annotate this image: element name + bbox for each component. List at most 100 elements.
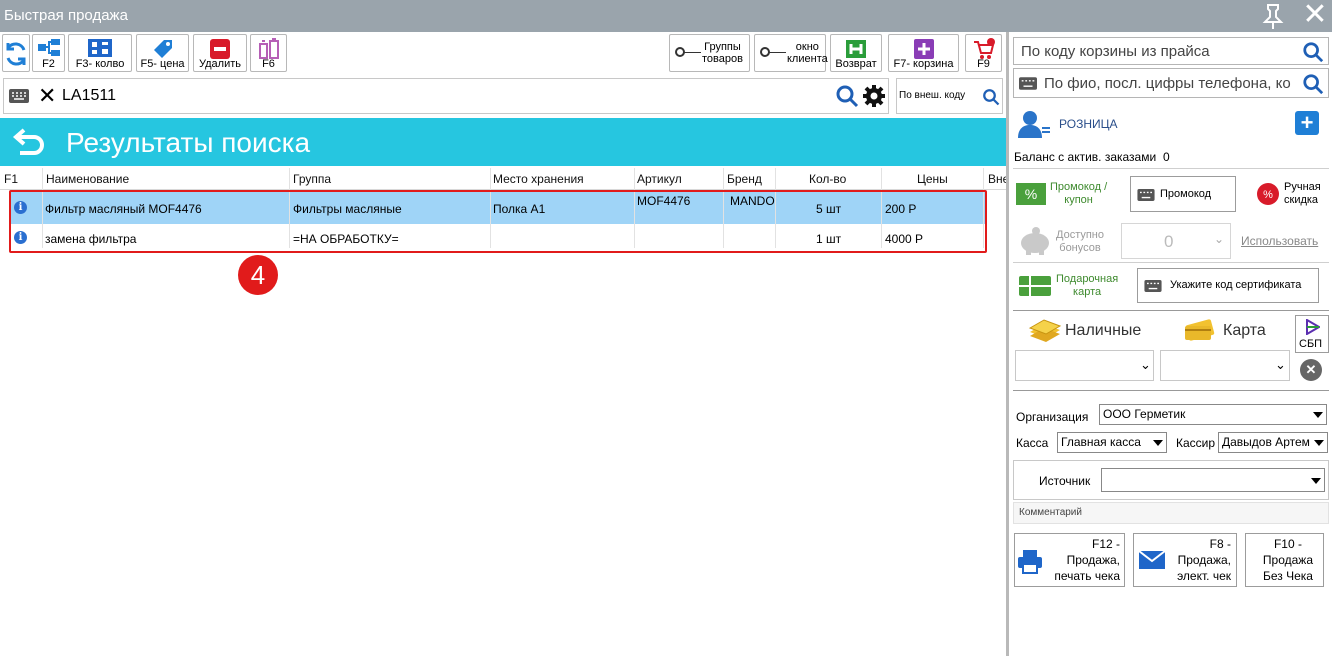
column-header-storage[interactable]: Место хранения: [493, 172, 584, 186]
column-header-article[interactable]: Артикул: [637, 172, 682, 186]
clear-icon[interactable]: ✕: [38, 83, 56, 109]
customer-name[interactable]: РОЗНИЦА: [1059, 117, 1118, 131]
section-divider: [1013, 390, 1329, 391]
f8-electronic-sale-button[interactable]: F8 - Продажа, элект. чек: [1133, 533, 1237, 587]
f12-print-sale-button[interactable]: F12 - Продажа, печать чека: [1014, 533, 1125, 587]
balance-label: Баланс с актив. заказами: [1014, 150, 1157, 164]
cash-label[interactable]: Наличные: [1065, 322, 1141, 340]
column-header-prices[interactable]: Цены: [917, 172, 948, 186]
promocode-button[interactable]: Промокод: [1130, 176, 1236, 212]
step-marker: 4: [238, 255, 278, 295]
f12-label: F12 - Продажа, печать чека: [1054, 537, 1120, 583]
panel-divider[interactable]: [1006, 32, 1009, 656]
source-label: Источник: [1039, 474, 1091, 488]
f8-label: F8 - Продажа, элект. чек: [1177, 537, 1231, 583]
keyboard-icon[interactable]: [1019, 77, 1037, 90]
column-header-group[interactable]: Группа: [293, 172, 331, 186]
keyboard-icon: [1144, 280, 1162, 292]
manual-discount-label[interactable]: Ручная скидка: [1284, 181, 1321, 207]
products-icon: [258, 38, 279, 59]
card-amount-select[interactable]: ⌄: [1160, 350, 1290, 381]
toggle-knob: [760, 47, 770, 57]
search-icon[interactable]: [835, 84, 859, 108]
organization-select[interactable]: ООО Герметик: [1099, 404, 1327, 425]
return-button[interactable]: Возврат: [830, 34, 882, 72]
search-icon[interactable]: [982, 88, 1000, 106]
cart-icon: [973, 38, 995, 59]
results-title: Результаты поиска: [66, 127, 311, 158]
refresh-button[interactable]: [2, 34, 30, 72]
cash-amount-select[interactable]: ⌄: [1015, 350, 1154, 381]
search-bar: ✕ LA1511: [3, 78, 889, 114]
client-search[interactable]: По фио, посл. цифры телефона, ко: [1013, 68, 1329, 98]
comment-label: Комментарий: [1019, 507, 1082, 518]
client-window-label: окно клиента: [787, 41, 828, 65]
dropdown-arrow-icon: [1314, 440, 1324, 446]
customer-icon: [1018, 111, 1050, 138]
f7-label: F7- корзина: [893, 58, 954, 70]
f7-basket-button[interactable]: F7- корзина: [888, 34, 959, 72]
chevron-down-icon: ⌄: [1275, 357, 1286, 372]
kassa-select[interactable]: Главная касса: [1057, 432, 1167, 453]
bonus-select[interactable]: 0 ⌄: [1121, 223, 1231, 259]
promocode-label: Промокод: [1160, 188, 1212, 200]
column-header-name[interactable]: Наименование: [46, 172, 129, 186]
sbp-icon: [1306, 319, 1320, 335]
dropdown-arrow-icon: [1311, 478, 1321, 484]
add-basket-icon: [913, 39, 934, 59]
source-select[interactable]: [1101, 468, 1325, 492]
promo-icon: %: [1016, 183, 1046, 205]
column-header-quantity[interactable]: Кол-во: [809, 172, 846, 186]
certificate-code-button[interactable]: Укажите код сертификата: [1137, 268, 1319, 303]
f10-no-receipt-sale-button[interactable]: F10 - Продажа Без Чека: [1245, 533, 1324, 587]
add-customer-icon[interactable]: +: [1295, 111, 1319, 135]
gift-card-label: Подарочная карта: [1056, 273, 1119, 298]
f2-button[interactable]: F2: [32, 34, 65, 72]
f5-price-button[interactable]: F5- цена: [136, 34, 189, 72]
sbp-label: СБП: [1299, 338, 1323, 350]
cashier-select[interactable]: Давыдов Артем: [1218, 432, 1328, 453]
f3-quantity-button[interactable]: F3- колво: [68, 34, 132, 72]
comment-field[interactable]: Комментарий: [1013, 502, 1329, 524]
basket-code-search[interactable]: По коду корзины из прайса: [1013, 37, 1329, 65]
external-code-search[interactable]: По внеш. коду: [896, 78, 1003, 114]
envelope-icon: [1138, 550, 1166, 569]
sbp-button[interactable]: СБП: [1295, 315, 1329, 353]
source-section: Источник: [1013, 460, 1329, 500]
clear-payment-icon[interactable]: ✕: [1300, 359, 1322, 381]
kassa-value: Главная касса: [1061, 435, 1141, 449]
promo-label: Промокод / купон: [1050, 181, 1108, 206]
search-icon[interactable]: [1302, 41, 1324, 63]
piggy-bank-icon: [1021, 227, 1049, 255]
client-window-toggle[interactable]: окно клиента: [754, 34, 828, 72]
f5-label: F5- цена: [140, 58, 185, 70]
product-groups-toggle[interactable]: Группы товаров: [669, 34, 750, 72]
basket-code-placeholder: По коду корзины из прайса: [1021, 43, 1210, 60]
organization-value: ООО Герметик: [1103, 407, 1186, 421]
price-tag-icon: [153, 40, 172, 58]
keyboard-icon: [1137, 189, 1155, 201]
use-bonus-link[interactable]: Использовать: [1241, 234, 1318, 248]
svg-text:%: %: [1263, 189, 1273, 201]
highlight-box: [9, 190, 987, 253]
column-header-brand[interactable]: Бренд: [727, 172, 762, 186]
chevron-down-icon: ⌄: [1140, 357, 1151, 372]
keyboard-icon[interactable]: [9, 89, 29, 103]
pin-icon[interactable]: [1258, 2, 1288, 30]
card-label[interactable]: Карта: [1223, 322, 1266, 340]
search-icon[interactable]: [1302, 73, 1324, 95]
section-divider: [1013, 262, 1329, 263]
return-label: Возврат: [835, 58, 877, 70]
gear-icon[interactable]: [862, 84, 886, 108]
back-arrow-icon[interactable]: [12, 126, 46, 158]
chevron-down-icon: ⌄: [1214, 232, 1225, 246]
hierarchy-icon: [37, 39, 60, 56]
bonus-label: Доступно бонусов: [1056, 229, 1105, 254]
f6-button[interactable]: F6: [250, 34, 287, 72]
search-input[interactable]: LA1511: [62, 87, 116, 105]
close-icon[interactable]: ✕: [1298, 0, 1332, 32]
window-title: Быстрая продажа: [4, 7, 128, 24]
column-header-f1[interactable]: F1: [4, 172, 18, 186]
delete-button[interactable]: Удалить: [193, 34, 247, 72]
f9-button[interactable]: F9: [965, 34, 1002, 72]
